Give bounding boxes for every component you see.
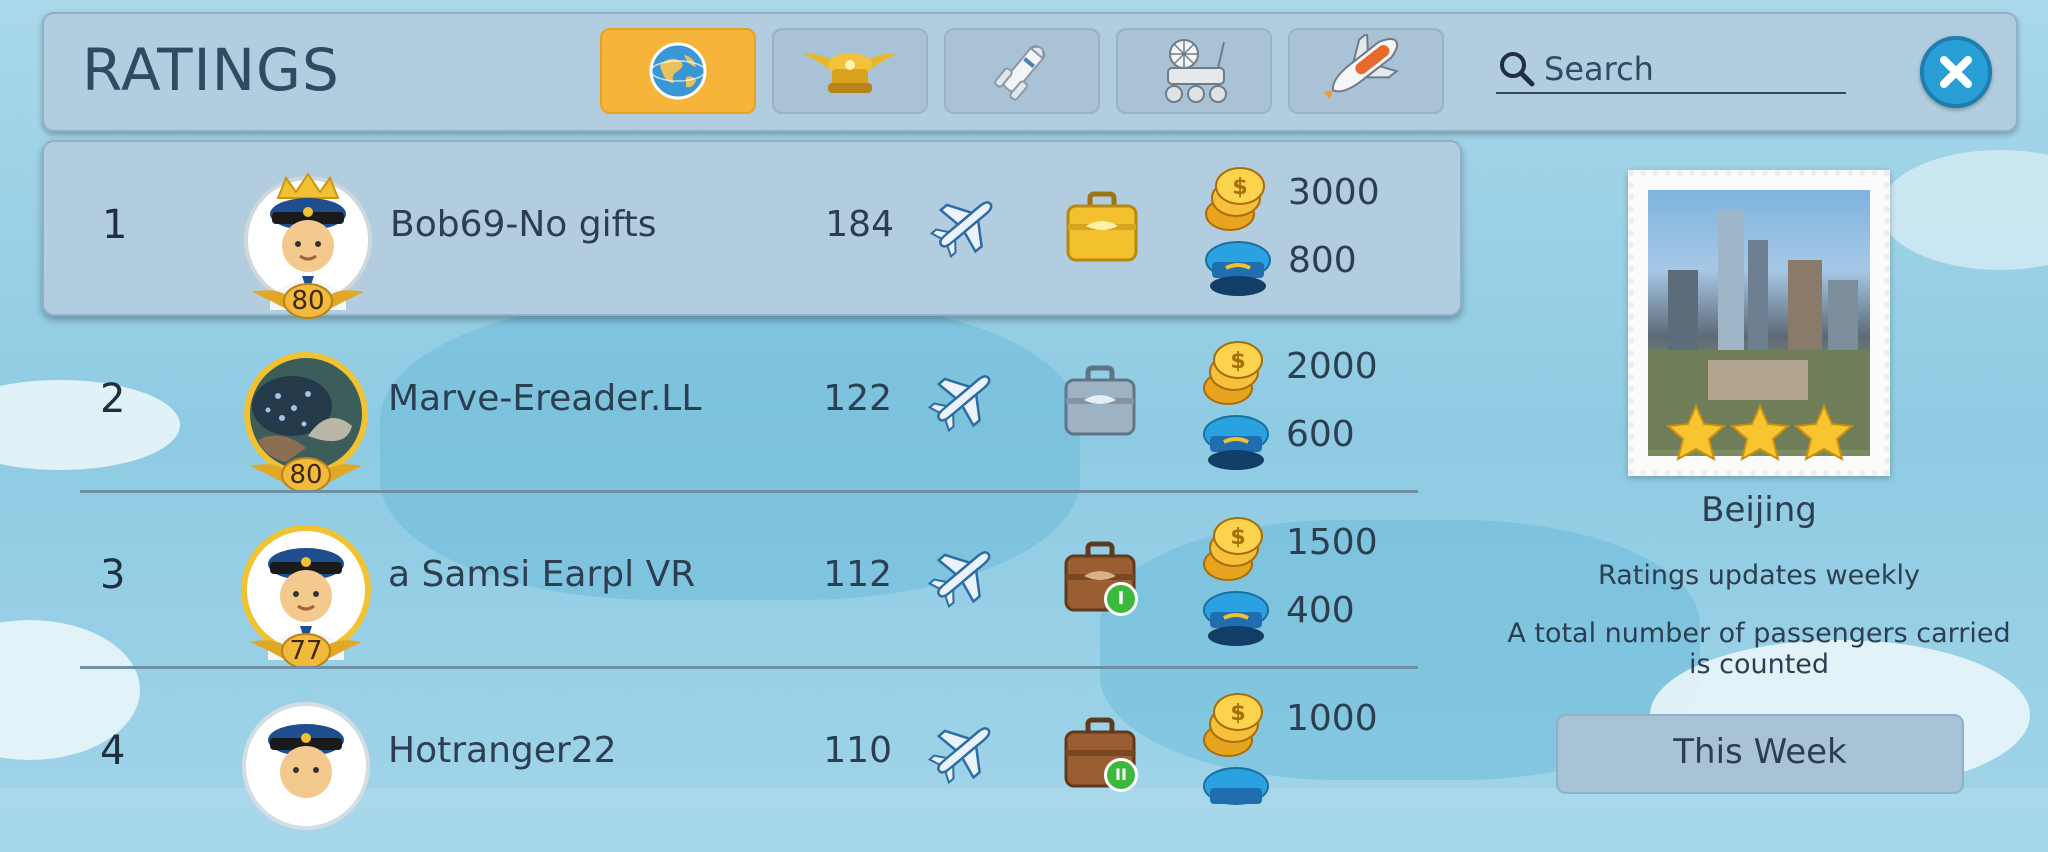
level-badge: 80 (252, 280, 364, 320)
pilot-cap-icon (1203, 415, 1269, 470)
avatar: 77 (238, 512, 374, 669)
tab-world[interactable] (600, 28, 756, 114)
this-week-button[interactable]: This Week (1556, 714, 1964, 794)
page-title: RATINGS (82, 36, 340, 104)
search-box[interactable] (1496, 46, 1846, 94)
rank-number: 1 (102, 202, 128, 248)
ranking-row-2[interactable]: 2 80 Marve-Ereader.LL 122 $ 2000 600 (42, 316, 1462, 493)
coins-reward: 2000 (1286, 346, 1378, 387)
city-name: Beijing (1701, 490, 1817, 530)
avatar: 80 (240, 162, 376, 319)
airplane-icon (928, 375, 991, 433)
rocket-icon (994, 45, 1046, 101)
ranking-row-1[interactable]: 1 80 Bob69-No gifts 184 $ 3000 800 (42, 140, 1462, 319)
crown-icon (276, 172, 340, 199)
rank-number: 3 (100, 552, 126, 598)
pilot-cap-icon (1203, 767, 1269, 805)
close-button[interactable] (1920, 36, 1992, 108)
airplane-icon (928, 551, 991, 609)
stars-rating (1640, 404, 1880, 464)
ranking-row-4[interactable]: 4 Hotranger22 110 II $ 1000 (42, 668, 1462, 844)
level-badge: 77 (250, 630, 362, 670)
airplane-icon (930, 201, 993, 259)
svg-text:$: $ (1230, 701, 1245, 726)
ratings-update-note: Ratings updates weekly (1598, 560, 1920, 591)
svg-text:$: $ (1230, 525, 1245, 550)
pilot-cap-icon (1203, 591, 1269, 646)
space-shuttle-icon (1323, 34, 1399, 100)
svg-text:$: $ (1230, 349, 1245, 374)
rank-number: 2 (100, 376, 126, 422)
passenger-score: 122 (823, 378, 892, 419)
brown-briefcase: II (1062, 714, 1142, 794)
coins-icon: $ (1203, 517, 1263, 581)
avatar: 80 (238, 336, 374, 493)
tab-rockets[interactable] (944, 28, 1100, 114)
star-icon (1730, 404, 1790, 461)
gold-briefcase-icon (1066, 191, 1138, 262)
caps-reward: 600 (1286, 414, 1355, 455)
tab-pilots[interactable] (772, 28, 928, 114)
player-name: Bob69-No gifts (390, 204, 657, 245)
ratings-header: RATINGS (42, 12, 2018, 132)
coins-reward: 1500 (1286, 522, 1378, 563)
ratings-criteria-note: A total number of passengers carried is … (1507, 618, 2011, 680)
tab-rovers[interactable] (1116, 28, 1272, 114)
star-icon (1794, 404, 1854, 461)
player-name: Hotranger22 (388, 730, 617, 771)
lunar-rover-icon (1165, 39, 1227, 103)
coins-icon: $ (1203, 693, 1263, 757)
coins-reward: 1000 (1286, 698, 1378, 739)
passenger-score: 110 (823, 730, 892, 771)
silver-briefcase-icon (1064, 365, 1136, 436)
caps-reward: 800 (1288, 240, 1357, 281)
avatar (238, 688, 374, 838)
city-stamp (1628, 170, 1890, 476)
passenger-score: 112 (823, 554, 892, 595)
tab-shuttles[interactable] (1288, 28, 1444, 114)
coins-icon: $ (1203, 341, 1263, 405)
tier-badge: II (1104, 758, 1138, 792)
level-badge: 80 (250, 454, 362, 494)
ranking-row-3[interactable]: 3 77 a Samsi Earpl VR 112 I $ 1500 400 (42, 492, 1462, 669)
player-name: Marve-Ereader.LL (388, 378, 702, 419)
globe-icon (649, 42, 707, 100)
rank-number: 4 (100, 728, 126, 774)
pilot-cap-wings-icon (802, 53, 898, 93)
coins-icon: $ (1205, 167, 1265, 231)
pilot-cap-icon (1205, 241, 1271, 296)
search-input[interactable] (1542, 46, 1836, 92)
coins-reward: 3000 (1288, 172, 1380, 213)
tier-badge: I (1104, 582, 1138, 616)
passenger-score: 184 (825, 204, 894, 245)
svg-text:$: $ (1232, 175, 1247, 200)
caps-reward: 400 (1286, 590, 1355, 631)
player-name: a Samsi Earpl VR (388, 554, 696, 595)
airplane-icon (928, 727, 991, 785)
brown-briefcase: I (1062, 538, 1142, 618)
star-icon (1666, 404, 1726, 461)
close-icon (1940, 56, 1972, 88)
search-icon (1500, 52, 1535, 87)
